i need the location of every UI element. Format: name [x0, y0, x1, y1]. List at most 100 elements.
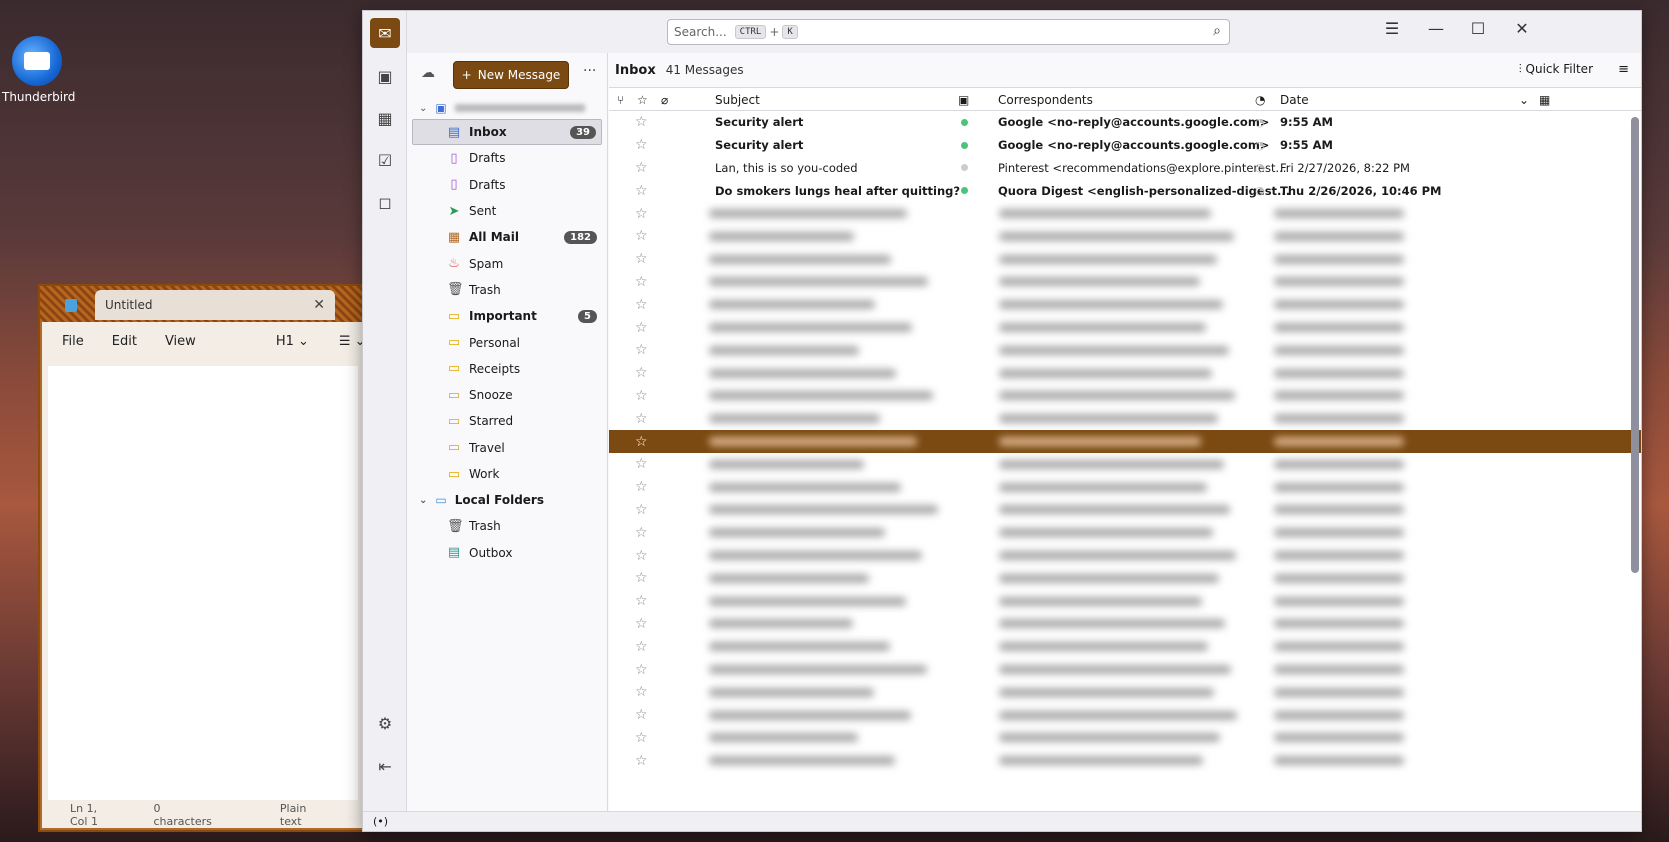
- message-row[interactable]: ☆: [609, 362, 1641, 385]
- address-book-icon[interactable]: ▣: [370, 61, 400, 91]
- star-icon[interactable]: ☆: [635, 684, 648, 700]
- tasks-icon[interactable]: ☑: [370, 145, 400, 175]
- unread-column-icon[interactable]: ▣: [958, 93, 969, 107]
- star-icon[interactable]: ☆: [635, 525, 648, 541]
- folder-travel[interactable]: ▭ Travel: [407, 435, 607, 461]
- folder-all-mail[interactable]: ▦ All Mail 182: [407, 224, 607, 250]
- star-icon[interactable]: ☆: [635, 251, 648, 267]
- quick-filter-button[interactable]: ⫶ Quick Filter: [1519, 62, 1593, 77]
- message-row[interactable]: ☆: [609, 225, 1641, 248]
- star-icon[interactable]: ☆: [635, 548, 648, 564]
- message-row[interactable]: ☆: [609, 544, 1641, 567]
- folder-drafts[interactable]: ▯ Drafts: [407, 172, 607, 198]
- folder-trash[interactable]: 🗑 Trash: [407, 277, 607, 303]
- message-row[interactable]: ☆: [609, 521, 1641, 544]
- settings-icon[interactable]: ⚙: [370, 708, 400, 738]
- thread-column-icon[interactable]: ⑂: [617, 93, 624, 107]
- message-row[interactable]: ☆: [609, 202, 1641, 225]
- star-icon[interactable]: ☆: [635, 297, 648, 313]
- star-icon[interactable]: ☆: [635, 434, 648, 450]
- app-menu-icon[interactable]: ☰: [1377, 19, 1407, 38]
- collapse-spaces-icon[interactable]: ⇤: [370, 751, 400, 781]
- message-row[interactable]: ☆: [609, 567, 1641, 590]
- star-icon[interactable]: ☆: [635, 753, 648, 769]
- message-list-scrollbar[interactable]: [1631, 117, 1639, 573]
- message-row[interactable]: ☆: [609, 704, 1641, 727]
- search-icon[interactable]: ⌕: [1213, 23, 1221, 39]
- unread-dot-icon[interactable]: [961, 187, 968, 195]
- date-column-header[interactable]: Date: [1280, 93, 1309, 107]
- star-icon[interactable]: ☆: [635, 274, 648, 290]
- message-row[interactable]: ☆: [609, 749, 1641, 772]
- menu-view[interactable]: View: [165, 334, 196, 349]
- message-row[interactable]: ☆: [609, 430, 1641, 453]
- star-icon[interactable]: ☆: [635, 320, 648, 336]
- folder-starred[interactable]: ▭ Starred: [407, 408, 607, 434]
- message-row[interactable]: ☆: [609, 476, 1641, 499]
- star-icon[interactable]: ☆: [635, 616, 648, 632]
- attachment-column-icon[interactable]: ⌀: [661, 93, 668, 107]
- message-row[interactable]: ☆: [609, 339, 1641, 362]
- star-icon[interactable]: ☆: [635, 206, 648, 222]
- message-row[interactable]: ☆ Security alert Google <no-reply@accounts…: [609, 134, 1641, 157]
- mail-space-icon[interactable]: ✉: [370, 18, 400, 48]
- menu-file[interactable]: File: [62, 334, 84, 349]
- account-row[interactable]: ⌄ ▣: [407, 97, 607, 119]
- message-row[interactable]: ☆: [609, 293, 1641, 316]
- close-window-icon[interactable]: ✕: [1507, 19, 1537, 38]
- star-icon[interactable]: ☆: [635, 411, 648, 427]
- folder-sent[interactable]: ➤ Sent: [407, 198, 607, 224]
- folder-important[interactable]: ▭ Important 5: [407, 303, 607, 329]
- message-row[interactable]: ☆: [609, 407, 1641, 430]
- message-row[interactable]: ☆ Do smokers lungs heal after quitting? Qu…: [609, 179, 1641, 202]
- star-icon[interactable]: ☆: [635, 730, 648, 746]
- junk-status-icon[interactable]: ◔: [1255, 139, 1265, 152]
- message-row[interactable]: ☆: [609, 248, 1641, 271]
- message-row[interactable]: ☆: [609, 453, 1641, 476]
- folder-spam[interactable]: ♨ Spam: [407, 250, 607, 276]
- unread-dot-icon[interactable]: [961, 118, 968, 126]
- chevron-down-icon[interactable]: ⌄: [419, 495, 427, 506]
- get-messages-icon[interactable]: ☁: [421, 65, 435, 81]
- thunderbird-desktop-icon[interactable]: Thunderbird: [2, 36, 75, 104]
- subject-column-header[interactable]: Subject: [715, 93, 760, 107]
- message-row[interactable]: ☆ Security alert Google <no-reply@accounts…: [609, 111, 1641, 134]
- message-row[interactable]: ☆: [609, 635, 1641, 658]
- sort-chevron-icon[interactable]: ⌄: [1519, 93, 1529, 107]
- junk-status-icon[interactable]: ◔: [1255, 161, 1265, 174]
- folder-drafts[interactable]: ▯ Drafts: [407, 145, 607, 171]
- display-options-icon[interactable]: ≡: [1618, 62, 1629, 77]
- more-options-icon[interactable]: ···: [583, 63, 596, 79]
- star-icon[interactable]: ☆: [635, 137, 648, 153]
- calendar-icon[interactable]: ▦: [370, 103, 400, 133]
- maximize-icon[interactable]: ☐: [1463, 19, 1493, 38]
- folder-inbox[interactable]: ▤ Inbox 39: [412, 119, 602, 146]
- activity-icon[interactable]: (•): [373, 815, 388, 828]
- folder-work[interactable]: ▭ Work: [407, 461, 607, 487]
- new-message-button[interactable]: + New Message: [453, 61, 569, 89]
- star-icon[interactable]: ☆: [635, 479, 648, 495]
- star-icon[interactable]: ☆: [635, 707, 648, 723]
- message-row[interactable]: ☆: [609, 613, 1641, 636]
- star-icon[interactable]: ☆: [635, 114, 648, 130]
- star-icon[interactable]: ☆: [635, 160, 648, 176]
- chat-icon[interactable]: ◻: [370, 187, 400, 217]
- message-row[interactable]: ☆: [609, 681, 1641, 704]
- message-row[interactable]: ☆: [609, 590, 1641, 613]
- message-row[interactable]: ☆: [609, 499, 1641, 522]
- junk-status-icon[interactable]: ◔: [1255, 116, 1265, 129]
- folder-snooze[interactable]: ▭ Snooze: [407, 382, 607, 408]
- star-icon[interactable]: ☆: [635, 388, 648, 404]
- local-folder-trash[interactable]: 🗑 Trash: [407, 513, 607, 539]
- heading-dropdown[interactable]: H1 ⌄: [276, 334, 309, 349]
- star-icon[interactable]: ☆: [635, 456, 648, 472]
- column-picker-icon[interactable]: ▦: [1539, 93, 1550, 107]
- star-icon[interactable]: ☆: [635, 639, 648, 655]
- chevron-down-icon[interactable]: ⌄: [419, 103, 427, 114]
- menu-edit[interactable]: Edit: [112, 334, 137, 349]
- search-input[interactable]: Search... CTRL + K ⌕: [667, 19, 1230, 45]
- unread-dot-icon[interactable]: [961, 164, 968, 172]
- star-icon[interactable]: ☆: [635, 593, 648, 609]
- junk-column-icon[interactable]: ◔: [1255, 93, 1265, 107]
- local-folders-row[interactable]: ⌄ ▭ Local Folders: [407, 487, 607, 513]
